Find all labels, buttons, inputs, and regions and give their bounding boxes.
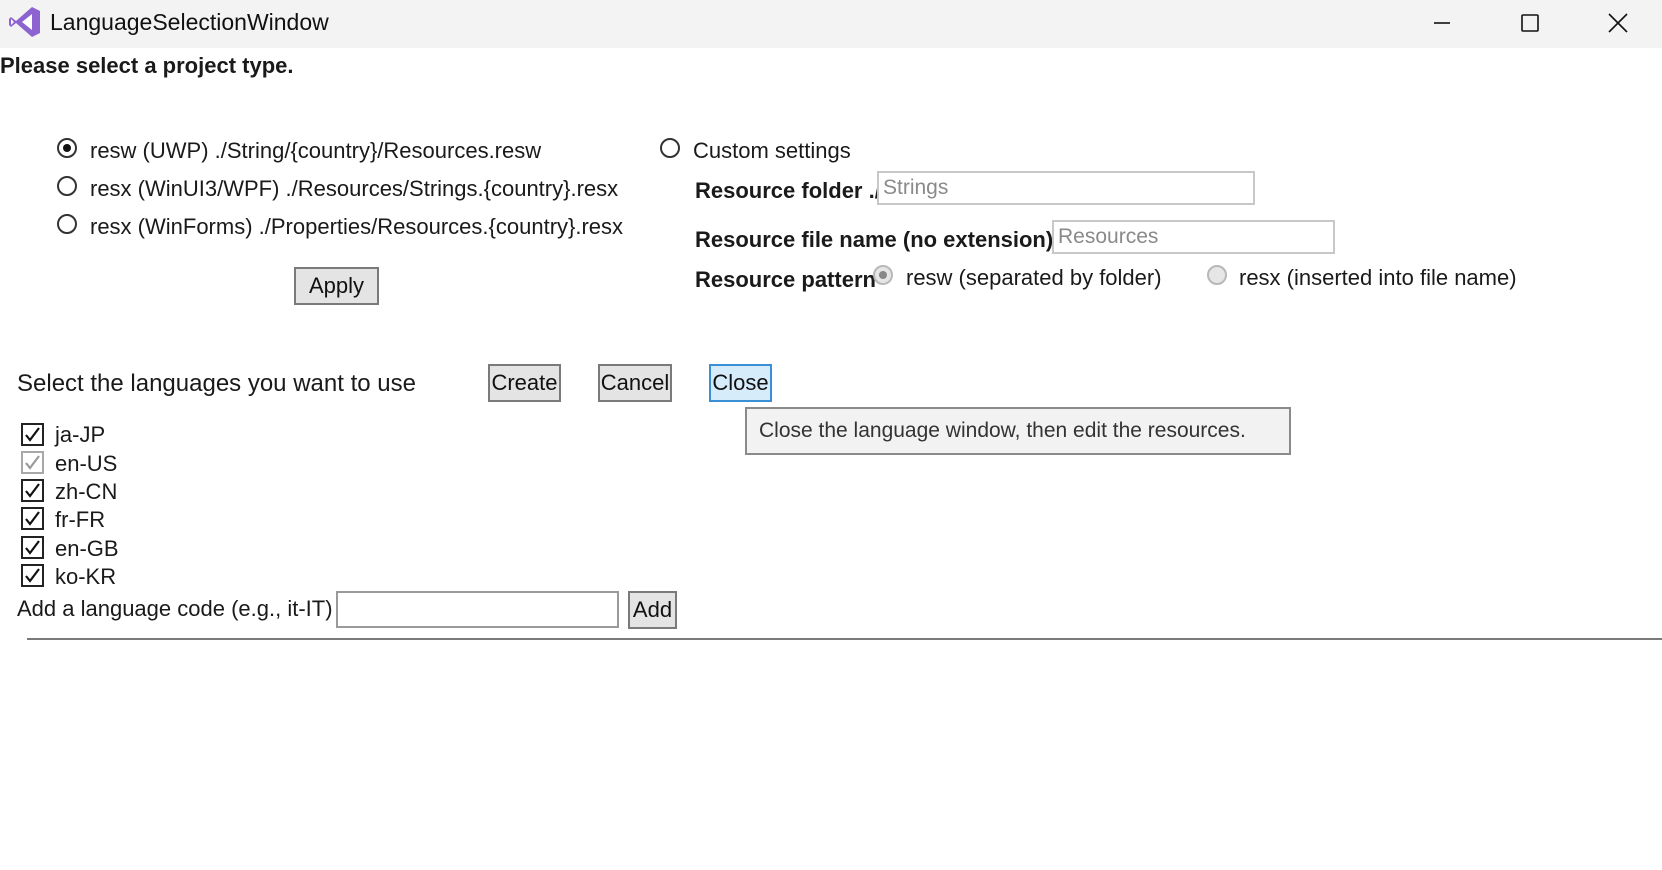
languages-heading: Select the languages you want to use: [17, 370, 416, 397]
radio-pattern-resw-label[interactable]: resw (separated by folder): [906, 265, 1162, 291]
radio-pattern-resx[interactable]: [1207, 265, 1227, 285]
language-label-ja-jp: ja-JP: [55, 422, 106, 447]
radio-project-winforms-label[interactable]: resx (WinForms) ./Properties/Resources.{…: [90, 214, 623, 240]
resource-filename-input[interactable]: [1052, 220, 1335, 254]
apply-button[interactable]: Apply: [294, 267, 379, 305]
maximize-button[interactable]: [1486, 0, 1574, 46]
radio-pattern-resx-label[interactable]: resx (inserted into file name): [1239, 265, 1517, 291]
close-window-button[interactable]: [1574, 0, 1662, 46]
language-label-zh-cn: zh-CN: [55, 479, 118, 504]
checkmark-icon: [25, 511, 40, 526]
checkmark-icon: [25, 483, 40, 498]
checkmark-icon: [25, 455, 40, 470]
add-language-label: Add a language code (e.g., it-IT): [17, 596, 333, 621]
close-icon: [1608, 13, 1628, 33]
radio-project-uwp-label[interactable]: resw (UWP) ./String/{country}/Resources.…: [90, 138, 541, 164]
divider: [27, 638, 1662, 640]
resource-folder-input[interactable]: [877, 171, 1255, 205]
language-label-ko-kr: ko-KR: [55, 564, 117, 589]
custom-settings-label[interactable]: Custom settings: [693, 138, 851, 164]
language-label-en-us: en-US: [55, 451, 118, 476]
radio-project-winui3-label[interactable]: resx (WinUI3/WPF) ./Resources/Strings.{c…: [90, 176, 618, 202]
checkbox-fr-fr[interactable]: [21, 507, 44, 530]
radio-pattern-resw[interactable]: [873, 265, 893, 285]
close-button-tooltip: Close the language window, then edit the…: [745, 407, 1291, 455]
checkbox-en-us[interactable]: [21, 451, 44, 474]
checkbox-ja-jp[interactable]: [21, 423, 44, 446]
checkmark-icon: [25, 427, 40, 442]
add-language-button[interactable]: Add: [628, 591, 677, 629]
resource-pattern-label: Resource pattern: [695, 267, 876, 292]
language-label-fr-fr: fr-FR: [55, 507, 106, 532]
visual-studio-logo-icon: [8, 5, 42, 39]
create-button[interactable]: Create: [488, 364, 561, 402]
window-title: LanguageSelectionWindow: [50, 9, 329, 35]
checkmark-icon: [25, 540, 40, 555]
minimize-button[interactable]: [1398, 0, 1486, 46]
radio-custom-settings[interactable]: [660, 138, 680, 158]
checkbox-zh-cn[interactable]: [21, 479, 44, 502]
checkbox-ko-kr[interactable]: [21, 564, 44, 587]
cancel-button[interactable]: Cancel: [598, 364, 672, 402]
radio-project-winforms[interactable]: [57, 214, 77, 234]
add-language-input[interactable]: [336, 591, 619, 628]
language-label-en-gb: en-GB: [55, 536, 119, 561]
close-button[interactable]: Close: [709, 364, 772, 402]
radio-project-winui3[interactable]: [57, 176, 77, 196]
resource-folder-label: Resource folder ./: [695, 178, 881, 203]
project-type-heading: Please select a project type.: [0, 53, 294, 78]
checkbox-en-gb[interactable]: [21, 536, 44, 559]
checkmark-icon: [25, 568, 40, 583]
minimize-icon: [1434, 22, 1450, 24]
radio-project-uwp[interactable]: [57, 138, 77, 158]
resource-filename-label: Resource file name (no extension): [695, 227, 1054, 252]
maximize-icon: [1521, 14, 1539, 32]
